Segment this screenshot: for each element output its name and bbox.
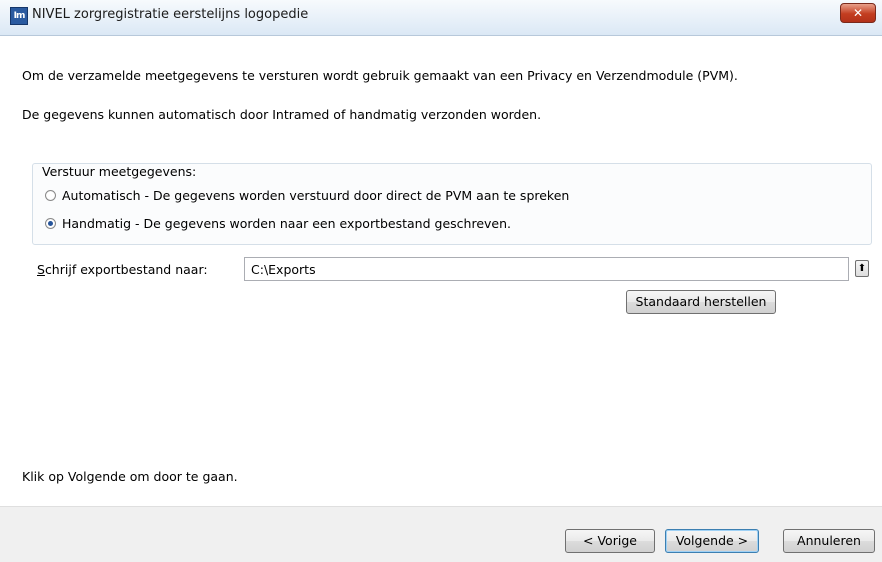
intro-line-1: Om de verzamelde meetgegevens te verstur… [22, 68, 738, 83]
footer-divider [0, 506, 882, 507]
radio-manual-label: Handmatig - De gegevens worden naar een … [62, 216, 511, 231]
browse-button[interactable]: ⬆ [855, 260, 869, 277]
radio-automatic-label: Automatisch - De gegevens worden verstuu… [62, 188, 570, 203]
next-button[interactable]: Volgende > [665, 529, 759, 553]
send-options-label: Verstuur meetgegevens: [40, 164, 199, 179]
window-title: NIVEL zorgregistratie eerstelijns logope… [32, 7, 309, 22]
export-path-input[interactable] [244, 257, 849, 281]
radio-automatic[interactable]: Automatisch - De gegevens worden verstuu… [45, 188, 569, 203]
wizard-window: Im NIVEL zorgregistratie eerstelijns log… [0, 0, 882, 562]
intro-line-2: De gegevens kunnen automatisch door Intr… [22, 107, 542, 122]
export-path-label: Schrijf exportbestand naar: [37, 262, 208, 277]
continue-hint: Klik op Volgende om door te gaan. [22, 469, 238, 484]
export-path-label-text: chrijf exportbestand naar: [44, 262, 208, 277]
restore-default-button[interactable]: Standaard herstellen [626, 290, 776, 314]
upload-arrow-icon: ⬆ [857, 263, 867, 274]
close-button[interactable]: ✕ [840, 3, 876, 23]
wizard-content: Om de verzamelde meetgegevens te verstur… [0, 36, 882, 506]
cancel-button[interactable]: Annuleren [783, 529, 875, 553]
back-button[interactable]: < Vorige [565, 529, 655, 553]
radio-manual[interactable]: Handmatig - De gegevens worden naar een … [45, 216, 511, 231]
radio-automatic-indicator[interactable] [45, 190, 56, 201]
title-bar[interactable]: Im NIVEL zorgregistratie eerstelijns log… [0, 0, 882, 36]
radio-manual-indicator[interactable] [45, 218, 56, 229]
app-icon: Im [10, 7, 28, 25]
close-icon: ✕ [852, 6, 864, 20]
export-path-access-key: S [37, 262, 45, 277]
